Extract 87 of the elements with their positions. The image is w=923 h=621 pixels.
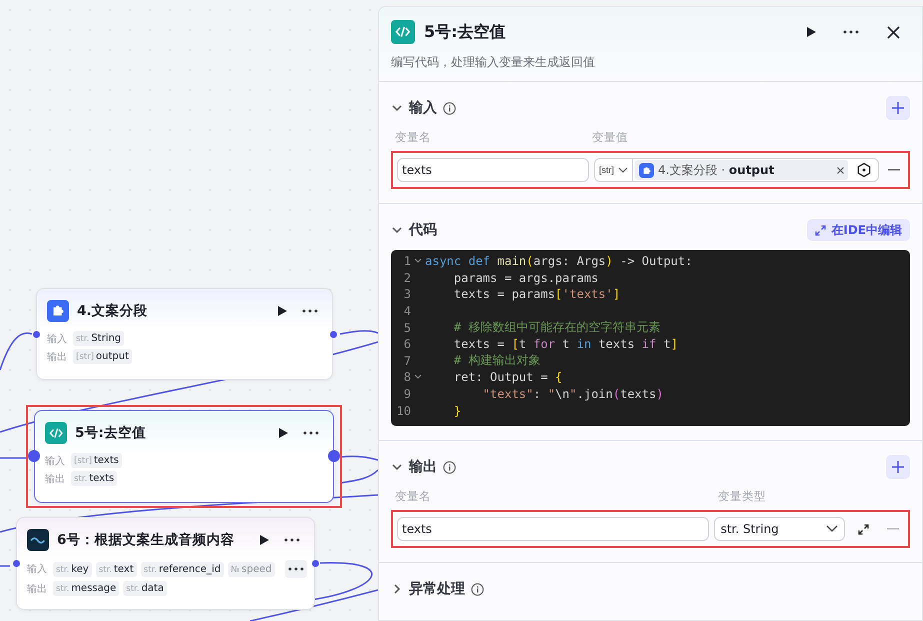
variable-tag: str. text: [96, 562, 137, 576]
workflow-node[interactable]: 4.文案分段 输入 str. String 输出 [str] output: [36, 288, 333, 380]
variable-value-field[interactable]: [str] 4.文案分段 · output: [594, 158, 879, 182]
type-dropdown[interactable]: str. String: [714, 517, 846, 541]
row-label: 输出: [27, 582, 48, 596]
panel-description: 编写代码，处理输入变量来生成返回值: [391, 54, 596, 71]
line-number: 7: [402, 354, 411, 368]
output-port[interactable]: [328, 450, 340, 462]
workflow-node[interactable]: 5号:去空值 输入 [str] texts 输出 str. texts: [34, 410, 334, 503]
chevron-down-icon[interactable]: [618, 165, 628, 175]
fold-icon[interactable]: [414, 374, 422, 380]
code-line: # 构建输出对象: [452, 352, 540, 370]
code-icon: [391, 20, 415, 44]
row-label: 输出: [45, 472, 66, 486]
section-title: 输入: [409, 99, 437, 117]
puzzle-icon: [47, 300, 69, 322]
input-port[interactable]: [32, 330, 40, 338]
reference-chip: 4.文案分段 · output: [635, 160, 848, 180]
column-label: 变量名: [394, 489, 432, 504]
line-number: 2: [402, 270, 411, 285]
code-line: # 移除数组中可能存在的空字符串元素: [452, 319, 660, 336]
code-line: async def main(args: Args) -> Output:: [425, 254, 692, 268]
panel-title: 5号:去空值: [424, 22, 507, 42]
variable-tag: № speed: [228, 562, 275, 576]
line-number: 6: [402, 337, 411, 352]
row-label: 输入: [27, 562, 48, 576]
column-label: 变量名: [394, 130, 432, 145]
code-icon: [45, 422, 67, 444]
connector-line: [340, 456, 378, 461]
variable-tag: str. reference_id: [140, 562, 224, 576]
code-line: ret: Output = {: [452, 370, 562, 384]
node-title: 5号:去空值: [75, 424, 147, 442]
plugin-image-icon: [27, 529, 49, 551]
section-title: 异常处理: [409, 580, 465, 598]
variable-name-field[interactable]: texts: [397, 158, 589, 182]
node-title: 4.文案分段: [77, 302, 149, 320]
line-number: 8: [402, 370, 411, 384]
variable-tag: str. data: [123, 581, 167, 596]
row-label: 输入: [45, 454, 66, 468]
info-icon: [443, 460, 456, 474]
add-button[interactable]: [886, 455, 910, 479]
clear-icon[interactable]: [837, 166, 844, 174]
input-port[interactable]: [12, 560, 20, 566]
add-button[interactable]: [886, 96, 910, 120]
connector-line: [340, 330, 378, 335]
line-number: 10: [396, 404, 411, 418]
connector-line: [340, 469, 378, 484]
more-tags-icon[interactable]: [288, 567, 304, 571]
ide-edit-button[interactable]: 在IDE中编辑: [807, 219, 910, 241]
connector-line: [0, 457, 28, 459]
info-icon: [471, 582, 484, 596]
plus-icon[interactable]: [892, 461, 904, 473]
variable-tag: [str] texts: [71, 453, 122, 468]
plus-icon[interactable]: [892, 102, 904, 114]
section-title: 输出: [409, 458, 437, 476]
workflow-node[interactable]: 6号：根据文案生成音频内容 输入 str. key str. text str. reference_id № speed 输出 str. message str. data: [16, 517, 315, 610]
section-title: 代码: [409, 221, 437, 239]
connector-line: [0, 565, 10, 567]
line-number: 3: [402, 287, 411, 302]
variable-tag: str. message: [53, 581, 120, 596]
node-title: 6号：根据文案生成音频内容: [57, 531, 236, 549]
info-icon: [443, 102, 456, 114]
row-label: 输出: [47, 350, 68, 364]
code-line: texts = params['texts']: [452, 287, 620, 302]
variable-tag: str. key: [53, 562, 92, 576]
code-line: }: [452, 404, 462, 418]
code-editor[interactable]: [391, 250, 910, 426]
chevron-down-icon[interactable]: [826, 525, 838, 533]
code-line: texts = [t for t in texts if t]: [452, 337, 678, 352]
line-number: 9: [402, 387, 411, 402]
code-line: params = args.params: [452, 270, 598, 285]
line-number: 1: [402, 254, 411, 268]
fold-icon[interactable]: [414, 258, 422, 264]
input-port[interactable]: [28, 450, 40, 462]
code-line: "texts": "\n".join(texts): [482, 387, 664, 402]
row-label: 输入: [47, 332, 68, 346]
line-number: 5: [402, 320, 411, 335]
variable-tag: str. texts: [71, 471, 118, 486]
puzzle-icon: [639, 162, 654, 178]
column-label: 变量值: [591, 130, 629, 145]
column-label: 变量类型: [717, 489, 767, 504]
variable-tag: str. String: [73, 331, 124, 346]
line-number: 4: [402, 304, 411, 318]
variable-name-field[interactable]: texts: [397, 517, 709, 541]
variable-tag: [str] output: [73, 349, 132, 364]
variable-icon[interactable]: [856, 162, 872, 178]
type-select[interactable]: [str]: [595, 159, 633, 181]
